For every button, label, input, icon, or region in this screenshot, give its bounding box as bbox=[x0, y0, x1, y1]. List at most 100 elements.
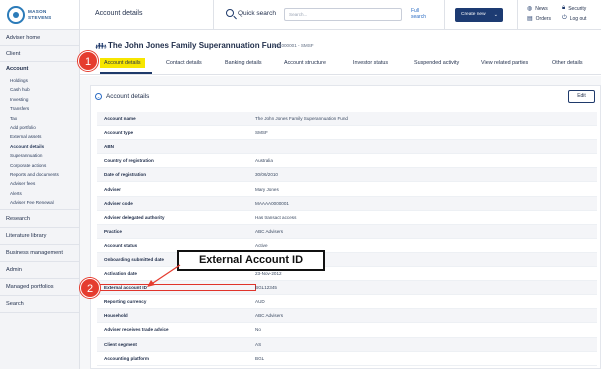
external-account-id-callout: External Account ID bbox=[177, 250, 325, 271]
detail-row: Household ABC Advisers bbox=[97, 309, 597, 324]
detail-row: ABN bbox=[97, 140, 597, 155]
orders-icon: ▤ bbox=[527, 16, 533, 22]
sidebar-sub-investing[interactable]: Investing bbox=[0, 95, 79, 104]
detail-row: Adviser code MAAAA0000001 bbox=[97, 196, 597, 211]
detail-value: ABC Advisers bbox=[255, 313, 284, 319]
detail-key: Account name bbox=[104, 116, 136, 122]
lock-icon: 🔒︎ bbox=[562, 5, 566, 11]
header-divider bbox=[517, 0, 518, 30]
detail-row: Adviser Mary Jones bbox=[97, 182, 597, 197]
sidebar-item-client[interactable]: Client bbox=[0, 46, 79, 62]
detail-value: BGL12345 bbox=[255, 285, 277, 291]
sidebar-item-business-management[interactable]: Business management bbox=[0, 245, 79, 263]
step-badge-1: 1 bbox=[78, 51, 98, 71]
sidebar-sub-external-assets[interactable]: External assets bbox=[0, 132, 79, 141]
tab-banking-details[interactable]: Banking details bbox=[225, 60, 262, 66]
detail-row: Date of registration 30/06/2010 bbox=[97, 168, 597, 183]
detail-key: Reporting currency bbox=[104, 299, 147, 305]
detail-value: MAAAA0000001 bbox=[255, 200, 289, 206]
detail-key: Adviser delegated authority bbox=[104, 214, 165, 220]
detail-key: Adviser bbox=[104, 186, 121, 192]
header-page-title: Account details bbox=[95, 10, 143, 17]
callout-arrow-head bbox=[147, 280, 155, 287]
detail-value: BGL bbox=[255, 355, 265, 361]
sidebar-sub-cash-hub[interactable]: Cash hub bbox=[0, 85, 79, 94]
sidebar-sub-corporate-actions[interactable]: Corporate actions bbox=[0, 161, 79, 170]
tab-contact-details[interactable]: Contact details bbox=[166, 60, 202, 66]
detail-value: AUD bbox=[255, 299, 265, 305]
sidebar-item-search[interactable]: Search bbox=[0, 296, 79, 314]
family-icon: 👪︎ bbox=[95, 41, 107, 51]
orders-label: Orders bbox=[535, 15, 551, 22]
sidebar-item-managed-portfolios[interactable]: Managed portfolios bbox=[0, 279, 79, 297]
sidebar-sub-alerts[interactable]: Alerts bbox=[0, 189, 79, 198]
sidebar-sub-superannuation[interactable]: Superannuation bbox=[0, 151, 79, 160]
detail-row: Account name The John Jones Family Supera… bbox=[97, 112, 597, 127]
full-search-line2: search bbox=[411, 14, 427, 20]
sidebar-sub-reports[interactable]: Reports and documents bbox=[0, 170, 79, 179]
sidebar-sub-add-portfolio[interactable]: Add portfolio bbox=[0, 123, 79, 132]
collapse-chevron-icon: ⌄ bbox=[95, 93, 102, 100]
active-tab-indicator bbox=[100, 72, 152, 74]
power-icon: ⏻ bbox=[562, 15, 567, 21]
detail-key: Country of registration bbox=[104, 158, 154, 164]
detail-key: Account status bbox=[104, 242, 138, 248]
sidebar: MASON STEVENS Adviser home Client Accoun… bbox=[0, 0, 80, 369]
tab-view-related-parties[interactable]: View related parties bbox=[481, 60, 528, 66]
detail-row: Practice ABC Advisers bbox=[97, 224, 597, 239]
create-new-button[interactable]: Create new ⌄ bbox=[455, 8, 503, 22]
details-table: Account name The John Jones Family Supera… bbox=[96, 112, 597, 366]
search-icon bbox=[226, 9, 234, 17]
sidebar-sub-adviser-fees[interactable]: Adviser fees bbox=[0, 179, 79, 188]
detail-value: Has transact access bbox=[255, 214, 297, 220]
news-link[interactable]: ◍ News bbox=[527, 5, 548, 13]
sidebar-sub-adviser-fee-renewal[interactable]: Adviser Fee Renewal bbox=[0, 198, 79, 207]
create-new-label: Create new bbox=[461, 12, 486, 17]
sidebar-item-adviser-home[interactable]: Adviser home bbox=[0, 30, 79, 46]
detail-key: Client segment bbox=[104, 341, 137, 347]
security-link[interactable]: 🔒︎ Security bbox=[562, 5, 586, 12]
detail-key: Adviser code bbox=[104, 200, 133, 206]
callout-arrow bbox=[147, 264, 181, 287]
sidebar-account-group: Account Holdings Cash hub Investing Tran… bbox=[0, 62, 79, 211]
sidebar-sub-holdings[interactable]: Holdings bbox=[0, 76, 79, 85]
edit-button[interactable]: Edit bbox=[568, 90, 595, 103]
tab-account-details[interactable]: Account details bbox=[100, 58, 145, 68]
tab-account-structure[interactable]: Account structure bbox=[284, 60, 326, 66]
detail-value: No bbox=[255, 327, 261, 333]
detail-key: Household bbox=[104, 313, 128, 319]
tab-investor-status[interactable]: Investor status bbox=[353, 60, 388, 66]
sidebar-item-account[interactable]: Account bbox=[0, 62, 79, 76]
news-label: News bbox=[535, 5, 548, 12]
quick-search-input[interactable]: Search... bbox=[284, 8, 402, 21]
sidebar-sub-account-details[interactable]: Account details bbox=[0, 142, 79, 151]
detail-row: Account status Active bbox=[97, 239, 597, 253]
detail-row: Adviser receives trade advice No bbox=[97, 323, 597, 338]
fund-title: The John Jones Family Superannuation Fun… bbox=[108, 41, 282, 50]
detail-row: Adviser delegated authority Has transact … bbox=[97, 211, 597, 225]
orders-link[interactable]: ▤ Orders bbox=[527, 15, 551, 23]
detail-value: 23-Nov-2012 bbox=[255, 271, 282, 277]
full-search-link[interactable]: Full search bbox=[411, 8, 426, 20]
sidebar-item-literature-library[interactable]: Literature library bbox=[0, 228, 79, 246]
detail-value: Active bbox=[255, 242, 268, 248]
logo[interactable]: MASON STEVENS bbox=[0, 0, 79, 30]
logout-link[interactable]: ⏻ Log out bbox=[562, 15, 586, 22]
detail-row: Accounting platform BGL bbox=[97, 352, 597, 366]
logo-mark-icon bbox=[7, 5, 25, 24]
panel-header[interactable]: ⌄ Account details bbox=[95, 93, 149, 100]
detail-row: Account type SMSF bbox=[97, 126, 597, 141]
sidebar-item-admin[interactable]: Admin bbox=[0, 262, 79, 280]
sidebar-sub-transfers[interactable]: Transfers bbox=[0, 104, 79, 113]
sidebar-item-research[interactable]: Research bbox=[0, 210, 79, 229]
detail-value: ABC Advisers bbox=[255, 228, 284, 234]
tab-suspended-activity[interactable]: Suspended activity bbox=[414, 60, 459, 66]
globe-icon: ◍ bbox=[527, 6, 533, 12]
fund-id: MS1000001 - SMSF bbox=[272, 43, 314, 48]
header-divider bbox=[213, 0, 214, 30]
sidebar-sub-tax[interactable]: Tax bbox=[0, 114, 79, 123]
detail-key: Adviser receives trade advice bbox=[104, 327, 169, 333]
detail-value: Mary Jones bbox=[255, 186, 279, 192]
tab-other-details[interactable]: Other details bbox=[552, 60, 583, 66]
detail-key: Accounting platform bbox=[104, 355, 149, 361]
